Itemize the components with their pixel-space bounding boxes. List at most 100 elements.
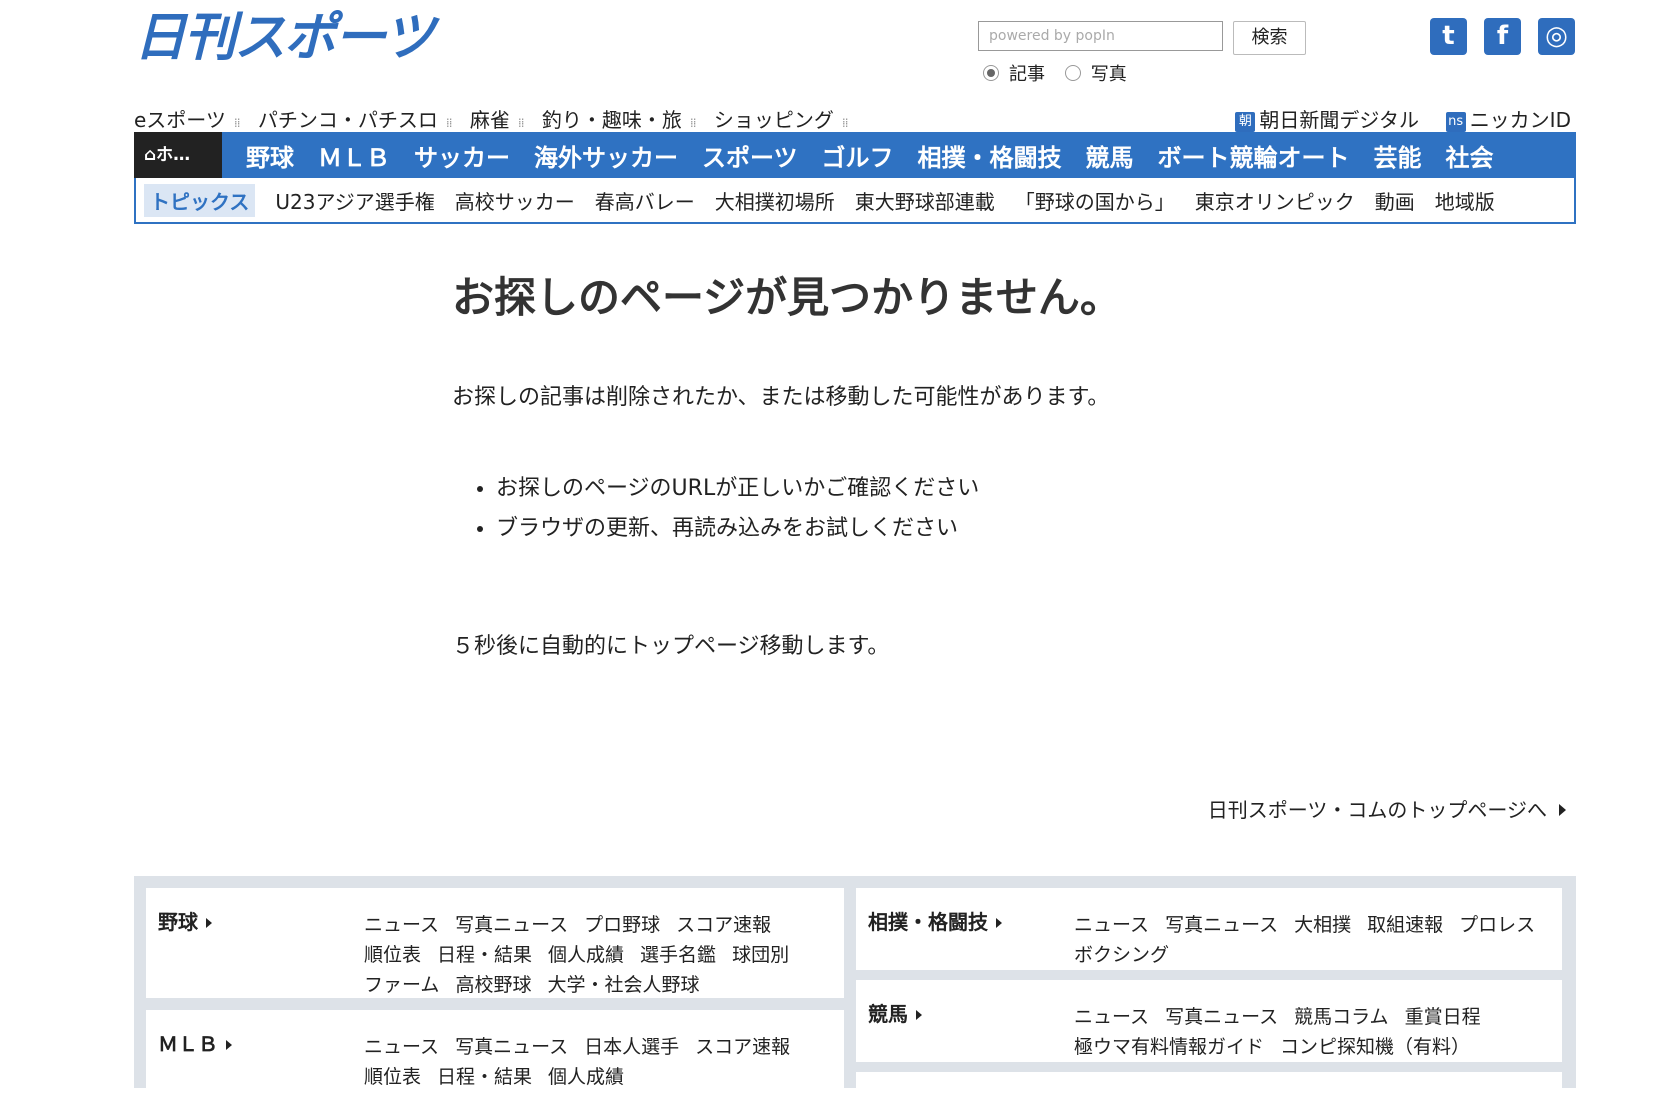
topic-item[interactable]: 春高バレー: [595, 186, 695, 215]
list-item: ブラウザの更新、再読み込みをお試しください: [496, 510, 979, 542]
search-button[interactable]: 検索: [1233, 21, 1306, 55]
sitemap-category-keiba[interactable]: 競馬: [868, 998, 922, 1027]
twitter-icon[interactable]: t: [1430, 18, 1467, 55]
separator-icon: ⁞⁞: [445, 116, 453, 130]
main-nav-item[interactable]: 野球: [246, 138, 294, 173]
partner-nav: 朝朝日新聞デジタル ns ニッカンID: [1235, 104, 1571, 133]
sitemap-link[interactable]: 日本人選手: [584, 1036, 679, 1058]
main-nav-item[interactable]: ボート競輪オート: [1158, 138, 1350, 173]
topic-item[interactable]: 地域版: [1435, 186, 1495, 215]
top-nav-item[interactable]: eスポーツ: [134, 108, 226, 132]
home-icon: ⌂: [144, 145, 157, 165]
top-nav-item[interactable]: 釣り・趣味・旅: [542, 108, 682, 132]
page: 日刊スポーツ powered by popIn 検索 記事 写真 t f ◎ e…: [0, 0, 1662, 1100]
sitemap-link[interactable]: 大相撲: [1294, 914, 1351, 936]
sitemap-category-baseball[interactable]: 野球: [158, 906, 212, 935]
main-nav-item[interactable]: サッカー: [414, 138, 510, 173]
search-type-radios: 記事 写真: [983, 60, 1141, 86]
sitemap-link[interactable]: 競馬コラム: [1294, 1006, 1388, 1028]
sitemap-link[interactable]: 写真ニュース: [1165, 914, 1278, 936]
topic-item[interactable]: 高校サッカー: [455, 186, 575, 215]
main-nav: ⌂ホ… 野球 ＭＬＢ サッカー 海外サッカー スポーツ ゴルフ 相撲・格闘技 競…: [134, 132, 1576, 178]
search-input[interactable]: powered by popIn: [978, 21, 1223, 51]
topic-item[interactable]: 動画: [1375, 186, 1415, 215]
sitemap-link[interactable]: 写真ニュース: [1165, 1006, 1278, 1028]
sitemap-link[interactable]: ファーム: [364, 974, 439, 996]
arrow-right-icon: [226, 1040, 232, 1050]
top-page-link[interactable]: 日刊スポーツ・コムのトップページへ: [1208, 794, 1566, 823]
sitemap-link[interactable]: 大学・社会人野球: [547, 974, 699, 996]
error-message: お探しの記事は削除されたか、または移動した可能性があります。: [452, 385, 1110, 410]
category-label: 野球: [158, 910, 198, 934]
sitemap-link[interactable]: ニュース: [1074, 914, 1149, 936]
sitemap-link[interactable]: 写真ニュース: [455, 1036, 568, 1058]
sitemap-link[interactable]: 重賞日程: [1405, 1006, 1481, 1028]
main-nav-item[interactable]: 社会: [1446, 138, 1494, 173]
sitemap-link[interactable]: ニュース: [364, 914, 439, 936]
sitemap-link[interactable]: コンピ探知機（有料）: [1280, 1036, 1470, 1058]
main-nav-item[interactable]: スポーツ: [702, 138, 798, 173]
top-nav-item[interactable]: 麻雀: [470, 108, 510, 132]
nikkan-id-icon: ns: [1445, 112, 1466, 132]
top-nav-item[interactable]: パチンコ・パチスロ: [258, 108, 438, 132]
sitemap-link[interactable]: 極ウマ有料情報ガイド: [1074, 1036, 1264, 1058]
sitemap-link[interactable]: 日程・結果: [437, 1066, 532, 1088]
top-nav-item[interactable]: ショッピング: [714, 108, 834, 132]
asahi-link[interactable]: 朝日新聞デジタル: [1259, 108, 1419, 132]
main-nav-item[interactable]: 競馬: [1086, 138, 1134, 173]
separator-icon: ⁞⁞: [517, 116, 525, 130]
nikkan-id-link[interactable]: ニッカンID: [1470, 108, 1571, 132]
main-nav-item[interactable]: ゴルフ: [822, 138, 894, 173]
sitemap-link[interactable]: ニュース: [364, 1036, 439, 1058]
arrow-right-icon: [916, 1010, 922, 1020]
sitemap-links: ニュース 写真ニュース 競馬コラム 重賞日程 極ウマ有料情報ガイド コンピ探知機（有料）: [1074, 1002, 1497, 1062]
sitemap-link[interactable]: 順位表: [364, 944, 421, 966]
sitemap-links: ニュース 写真ニュース プロ野球 スコア速報 順位表 日程・結果 個人成績 選手名鑑 球団別 …: [364, 910, 805, 1000]
sitemap-category-mlb[interactable]: ＭＬＢ: [158, 1028, 232, 1057]
radio-photo[interactable]: [1064, 65, 1081, 81]
top-nav: eスポーツ ⁞⁞ パチンコ・パチスロ ⁞⁞ 麻雀 ⁞⁞ 釣り・趣味・旅 ⁞⁞ ショッピン…: [134, 104, 860, 133]
topic-item[interactable]: 東京オリンピック: [1195, 186, 1355, 215]
site-logo[interactable]: 日刊スポーツ: [134, 8, 435, 68]
sitemap-link[interactable]: スコア速報: [695, 1036, 790, 1058]
sitemap-link[interactable]: プロレス: [1459, 914, 1535, 936]
main-nav-item[interactable]: 芸能: [1374, 138, 1422, 173]
topic-item[interactable]: 東大野球部連載: [855, 186, 995, 215]
topic-item[interactable]: U23アジア選手権: [275, 186, 434, 215]
sitemap-links: ニュース 写真ニュース 大相撲 取組速報 プロレス ボクシング: [1074, 910, 1551, 970]
sitemap-links: ニュース 写真ニュース 日本人選手 スコア速報 順位表 日程・結果 個人成績: [364, 1032, 806, 1092]
main-nav-item[interactable]: ＭＬＢ: [318, 138, 390, 173]
page-title: お探しのページが見つかりません。: [452, 273, 1122, 322]
sitemap-link[interactable]: 球団別: [732, 944, 789, 966]
sitemap-link[interactable]: スコア速報: [676, 914, 771, 936]
facebook-icon[interactable]: f: [1484, 18, 1521, 55]
radio-article[interactable]: [983, 65, 999, 81]
sitemap-panel-more: [856, 1072, 1562, 1088]
sitemap-link[interactable]: 順位表: [364, 1066, 421, 1088]
sitemap-link[interactable]: 高校野球: [455, 974, 531, 996]
main-nav-item[interactable]: 相撲・格闘技: [918, 138, 1062, 173]
category-label: 競馬: [868, 1002, 908, 1026]
topics-tag: トピックス: [144, 183, 256, 217]
main-nav-item[interactable]: 海外サッカー: [534, 138, 678, 173]
home-label: ホ…: [156, 145, 191, 165]
sitemap-link[interactable]: 個人成績: [548, 1066, 624, 1088]
home-tab[interactable]: ⌂ホ…: [134, 132, 222, 178]
help-list: お探しのページのURLが正しいかご確認ください ブラウザの更新、再読み込みをお試…: [468, 470, 979, 550]
sitemap-link[interactable]: 選手名鑑: [640, 944, 716, 966]
radio-article-label: 記事: [1009, 64, 1045, 85]
sitemap-link[interactable]: 写真ニュース: [455, 914, 568, 936]
sitemap-panel-keiba: 競馬 ニュース 写真ニュース 競馬コラム 重賞日程 極ウマ有料情報ガイド コンピ探知機（…: [856, 980, 1562, 1062]
category-label: ＭＬＢ: [158, 1032, 218, 1056]
sitemap-link[interactable]: 取組速報: [1367, 914, 1443, 936]
topic-item[interactable]: 「野球の国から」: [1015, 186, 1175, 215]
sitemap-link[interactable]: 日程・結果: [437, 944, 532, 966]
separator-icon: ⁞⁞: [233, 116, 241, 130]
sitemap-link[interactable]: 個人成績: [548, 944, 624, 966]
topic-item[interactable]: 大相撲初場所: [715, 186, 835, 215]
instagram-icon[interactable]: ◎: [1538, 18, 1575, 55]
sitemap-link[interactable]: ボクシング: [1074, 944, 1169, 966]
sitemap-link[interactable]: プロ野球: [584, 914, 660, 936]
sitemap-category-sumo[interactable]: 相撲・格闘技: [868, 906, 1002, 935]
sitemap-link[interactable]: ニュース: [1074, 1006, 1149, 1028]
